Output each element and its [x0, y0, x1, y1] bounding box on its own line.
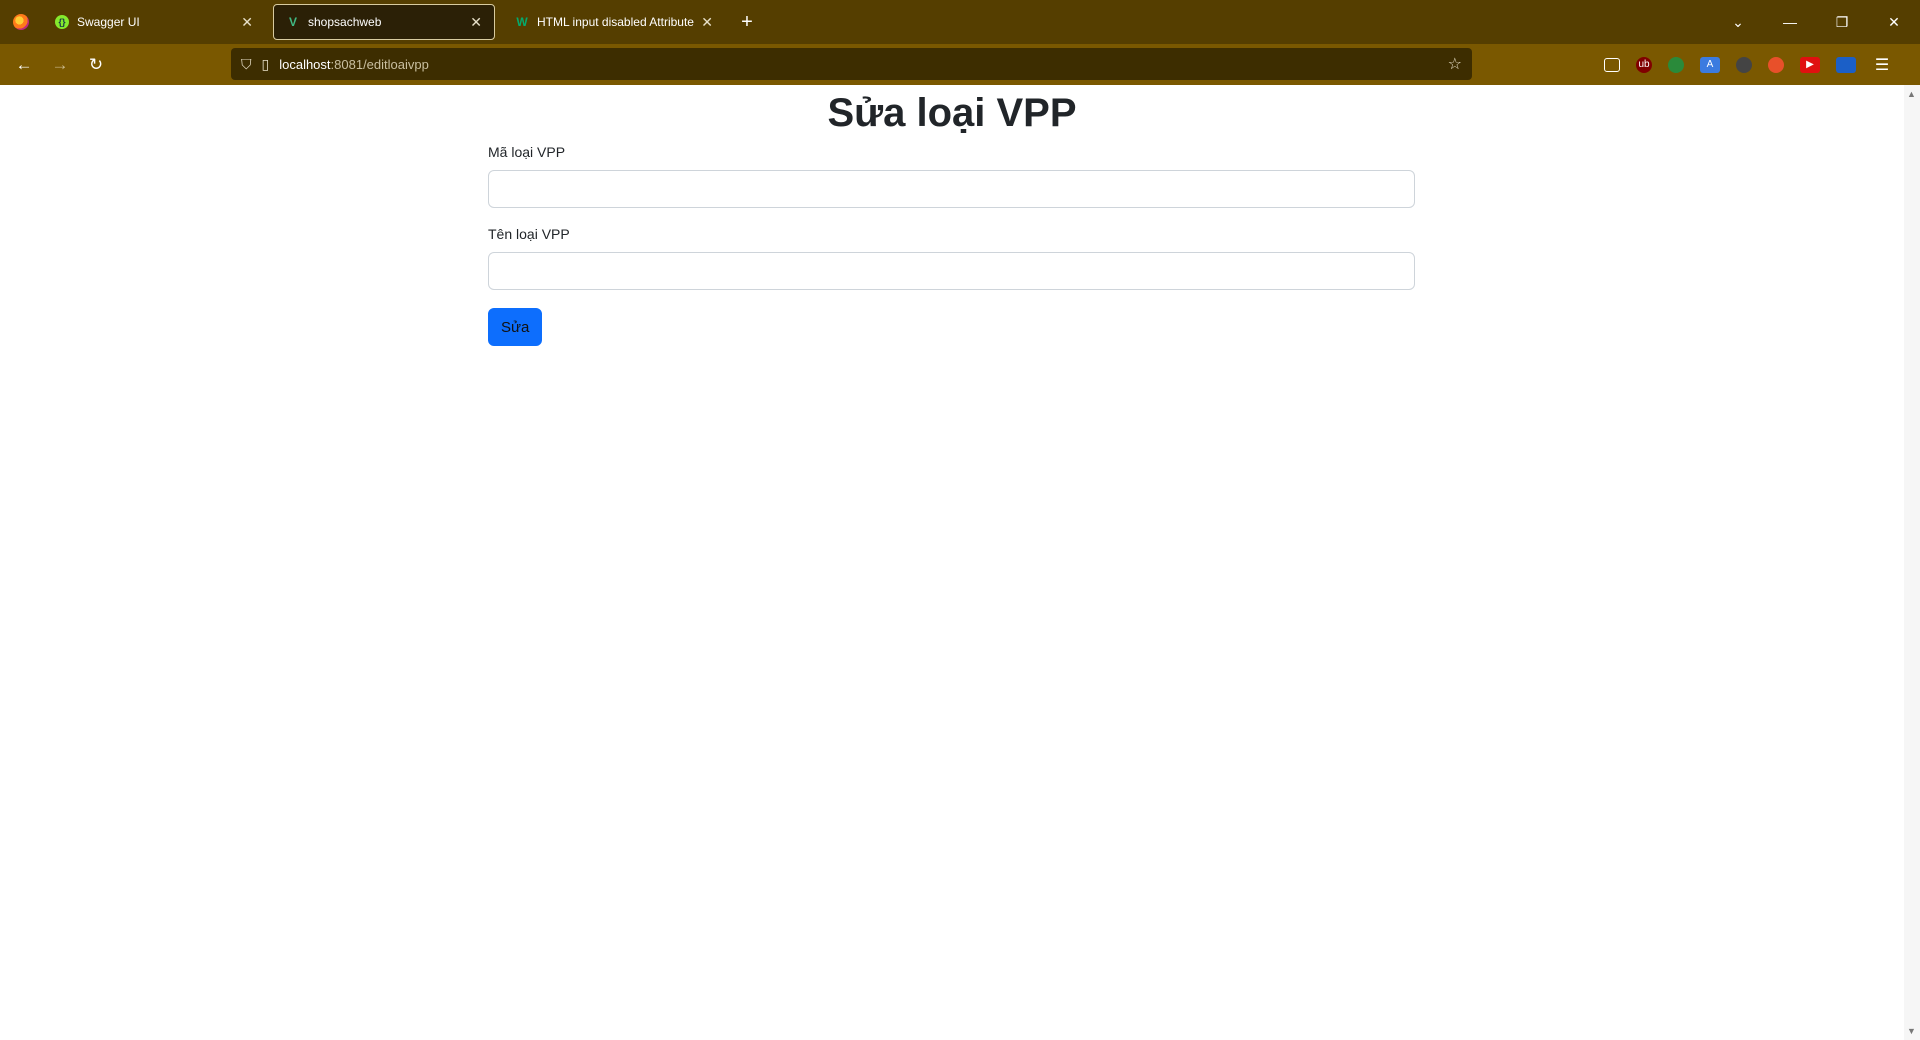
menu-icon[interactable]: ☰	[1872, 57, 1892, 74]
forward-icon[interactable]: →	[42, 55, 78, 75]
url-path: :8081/editloaivpp	[330, 56, 429, 72]
navigation-toolbar: ← → ↻ ⛉ ▯ localhost:8081/editloaivpp ☆ u…	[0, 44, 1920, 86]
w3schools-icon: W	[516, 15, 528, 29]
scrollbar[interactable]: ▲ ▼	[1904, 85, 1920, 1040]
tab-shopsachweb[interactable]: V shopsachweb ✕	[273, 4, 495, 40]
pocket-icon[interactable]	[1604, 57, 1620, 72]
vue-icon: V	[288, 15, 297, 29]
back-icon[interactable]: ←	[6, 55, 42, 75]
youtube-icon[interactable]: ▶	[1800, 56, 1820, 73]
minimize-button[interactable]: —	[1764, 14, 1816, 30]
close-icon[interactable]: ✕	[470, 14, 482, 31]
scroll-down-icon[interactable]: ▼	[1907, 1026, 1916, 1036]
close-icon[interactable]: ✕	[241, 14, 253, 31]
bitwarden-icon[interactable]	[1836, 56, 1856, 73]
reload-icon[interactable]: ↻	[78, 55, 114, 75]
submit-button[interactable]: Sửa	[488, 308, 543, 346]
ma-loai-input[interactable]	[488, 170, 1415, 208]
restore-button[interactable]: ❐	[1816, 14, 1868, 31]
extension-icon[interactable]	[1768, 56, 1784, 73]
shield-icon[interactable]: ⛉	[241, 56, 252, 73]
tab-label: shopsachweb	[308, 15, 382, 29]
tab-w3schools[interactable]: W HTML input disabled Attribute ✕	[503, 5, 725, 39]
scroll-up-icon[interactable]: ▲	[1907, 89, 1916, 99]
close-window-button[interactable]: ✕	[1868, 14, 1920, 31]
tab-label: HTML input disabled Attribute	[537, 15, 694, 29]
page-title: Sửa loại VPP	[827, 91, 1077, 135]
extension-icon[interactable]	[1736, 56, 1752, 73]
page-icon: ▯	[261, 55, 270, 72]
ma-loai-label: Mã loại VPP	[488, 144, 566, 160]
tab-strip: {} Swagger UI ✕ V shopsachweb ✕ W HTML i…	[0, 0, 1920, 44]
globe-extension-icon[interactable]	[1668, 56, 1684, 73]
bookmark-star-icon[interactable]: ☆	[1448, 54, 1462, 74]
edit-form: Mã loại VPP Tên loại VPP Sửa	[488, 144, 1415, 346]
url-bar[interactable]: ⛉ ▯ localhost:8081/editloaivpp ☆	[231, 48, 1472, 80]
page-content: Sửa loại VPP Mã loại VPP Tên loại VPP Sử…	[0, 85, 1904, 1040]
close-icon[interactable]: ✕	[701, 14, 713, 31]
ten-loai-label: Tên loại VPP	[488, 226, 570, 242]
translate-icon[interactable]: A	[1700, 56, 1720, 73]
list-tabs-icon[interactable]: ⌄	[1712, 14, 1764, 31]
firefox-icon[interactable]	[13, 14, 29, 30]
ten-loai-input[interactable]	[488, 252, 1415, 290]
window-controls: ⌄ — ❐ ✕	[1712, 0, 1920, 44]
ublock-icon[interactable]: ub	[1636, 56, 1652, 73]
url-host: localhost	[279, 56, 331, 72]
tab-label: Swagger UI	[77, 15, 140, 29]
new-tab-button[interactable]: +	[733, 11, 761, 34]
tab-swagger[interactable]: {} Swagger UI ✕	[43, 5, 265, 39]
extensions-area: ub A ▶ ☰	[1596, 44, 1900, 85]
swagger-icon: {}	[55, 15, 69, 29]
